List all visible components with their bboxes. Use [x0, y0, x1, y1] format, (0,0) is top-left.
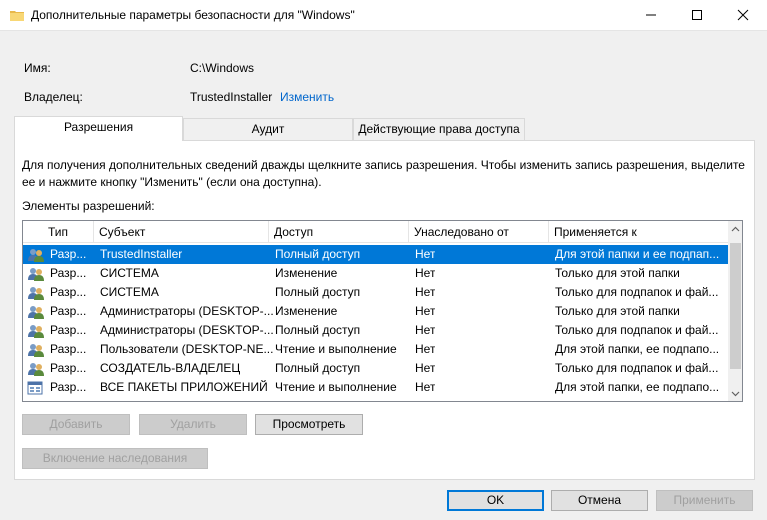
name-value: C:\Windows [190, 61, 255, 75]
cell-subject: Администраторы (DESKTOP-... [100, 323, 274, 337]
tab-audit[interactable]: Аудит [183, 118, 353, 140]
users-icon [27, 323, 45, 339]
cell-access: Полный доступ [275, 361, 361, 375]
folder-icon [10, 11, 24, 21]
table-row[interactable]: Разр... Администраторы (DESKTOP-... Измене… [23, 302, 728, 321]
users-icon [27, 247, 45, 263]
cell-type: Разр... [50, 247, 87, 261]
ok-button[interactable]: OK [447, 490, 544, 511]
cancel-button[interactable]: Отмена [551, 490, 648, 511]
close-button[interactable] [720, 0, 766, 30]
cell-access: Изменение [275, 266, 338, 280]
tab-effective-access[interactable]: Действующие права доступа [353, 118, 525, 140]
scroll-down-button[interactable] [728, 386, 742, 401]
vertical-scrollbar[interactable] [728, 221, 742, 401]
permission-entries-list[interactable]: Тип Субъект Доступ Унаследовано от Приме… [22, 220, 743, 402]
table-row[interactable]: Разр... Пользователи (DESKTOP-NE... Чтение… [23, 340, 728, 359]
cell-type: Разр... [50, 323, 87, 337]
cell-subject: СИСТЕМА [100, 285, 159, 299]
owner-value: TrustedInstaller [190, 90, 273, 104]
app-packages-icon [27, 380, 45, 396]
table-row[interactable]: Разр... TrustedInstaller Полный доступ Нет Д… [23, 245, 728, 264]
cell-applies: Только для подпапок и фай... [555, 285, 719, 299]
scrollbar-thumb[interactable] [730, 243, 741, 369]
cell-access: Полный доступ [275, 247, 361, 261]
enable-inheritance-button[interactable]: Включение наследования [22, 448, 208, 469]
users-icon [27, 361, 45, 377]
description-line-1: Для получения дополнительных сведений дв… [22, 158, 745, 172]
cell-inherited: Нет [415, 380, 436, 394]
close-icon [737, 9, 749, 21]
apply-button[interactable]: Применить [656, 490, 753, 511]
cell-inherited: Нет [415, 323, 436, 337]
cell-subject: СОЗДАТЕЛЬ-ВЛАДЕЛЕЦ [100, 361, 241, 375]
column-header-access[interactable]: Доступ [269, 221, 409, 243]
cell-subject: Пользователи (DESKTOP-NE... [100, 342, 274, 356]
cell-applies: Для этой папки, ее подпапо... [555, 342, 720, 356]
window-title: Дополнительные параметры безопасности дл… [31, 8, 355, 22]
cell-inherited: Нет [415, 247, 436, 261]
cell-type: Разр... [50, 342, 87, 356]
cell-inherited: Нет [415, 266, 436, 280]
table-row[interactable]: Разр... ВСЕ ПАКЕТЫ ПРИЛОЖЕНИЙ Чтение и вып… [23, 378, 728, 397]
cell-access: Чтение и выполнение [275, 380, 397, 394]
cell-access: Чтение и выполнение [275, 342, 397, 356]
title-bar: Дополнительные параметры безопасности дл… [0, 0, 767, 31]
table-row[interactable]: Разр... СИСТЕМА Полный доступ Нет Только для… [23, 283, 728, 302]
cell-applies: Для этой папки, ее подпапо... [555, 380, 720, 394]
users-icon [27, 285, 45, 301]
cell-subject: Администраторы (DESKTOP-... [100, 304, 274, 318]
maximize-icon [692, 10, 702, 20]
cell-inherited: Нет [415, 361, 436, 375]
chevron-down-icon [731, 391, 740, 396]
users-icon [27, 266, 45, 282]
chevron-up-icon [731, 226, 740, 231]
owner-label: Владелец: [24, 90, 83, 104]
description-line-2: ее и нажмите кнопку "Изменить" (если она… [22, 175, 322, 189]
cell-type: Разр... [50, 266, 87, 280]
cell-type: Разр... [50, 285, 87, 299]
view-button[interactable]: Просмотреть [255, 414, 363, 435]
minimize-button[interactable] [628, 0, 674, 30]
users-icon [27, 304, 45, 320]
cell-subject: СИСТЕМА [100, 266, 159, 280]
column-header-subject[interactable]: Субъект [94, 221, 269, 243]
minimize-icon [646, 14, 656, 16]
users-icon [27, 342, 45, 358]
cell-applies: Для этой папки и ее подпап... [555, 247, 720, 261]
cell-subject: ВСЕ ПАКЕТЫ ПРИЛОЖЕНИЙ [100, 380, 268, 394]
column-header-type[interactable]: Тип [23, 221, 94, 243]
maximize-button[interactable] [674, 0, 720, 30]
table-row[interactable]: Разр... Администраторы (DESKTOP-... Полный… [23, 321, 728, 340]
cell-inherited: Нет [415, 285, 436, 299]
cell-access: Полный доступ [275, 285, 361, 299]
column-header-inherited-from[interactable]: Унаследовано от [409, 221, 549, 243]
cell-type: Разр... [50, 380, 87, 394]
remove-button[interactable]: Удалить [139, 414, 247, 435]
table-row[interactable]: Разр... СОЗДАТЕЛЬ-ВЛАДЕЛЕЦ Полный доступ Не… [23, 359, 728, 378]
add-button[interactable]: Добавить [22, 414, 130, 435]
name-label: Имя: [24, 61, 51, 75]
change-owner-link[interactable]: Изменить [280, 90, 334, 104]
cell-applies: Только для подпапок и фай... [555, 361, 719, 375]
cell-type: Разр... [50, 361, 87, 375]
cell-applies: Только для подпапок и фай... [555, 323, 719, 337]
cell-type: Разр... [50, 304, 87, 318]
scroll-up-button[interactable] [728, 221, 742, 236]
cell-applies: Только для этой папки [555, 304, 680, 318]
cell-inherited: Нет [415, 342, 436, 356]
column-header-applies-to[interactable]: Применяется к [549, 221, 728, 243]
permission-entries-label: Элементы разрешений: [22, 199, 155, 213]
table-row[interactable]: Разр... СИСТЕМА Изменение Нет Только для это… [23, 264, 728, 283]
tab-permissions[interactable]: Разрешения [14, 116, 183, 141]
cell-access: Полный доступ [275, 323, 361, 337]
cell-subject: TrustedInstaller [100, 247, 183, 261]
cell-access: Изменение [275, 304, 338, 318]
cell-inherited: Нет [415, 304, 436, 318]
list-header: Тип Субъект Доступ Унаследовано от Приме… [23, 221, 728, 243]
cell-applies: Только для этой папки [555, 266, 680, 280]
